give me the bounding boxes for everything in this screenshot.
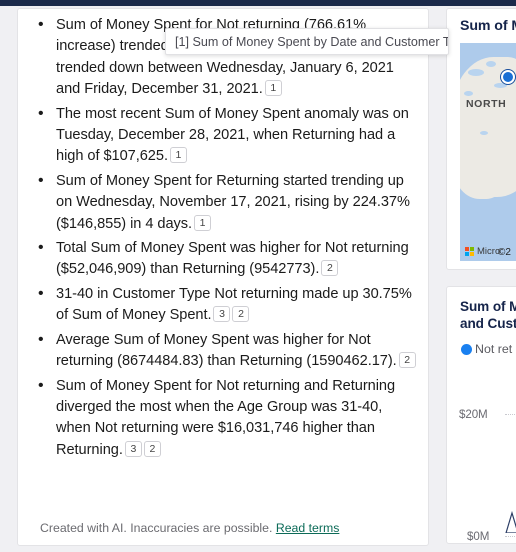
insight-bullet: Average Sum of Money Spent was higher fo… bbox=[28, 329, 418, 373]
ai-disclaimer-text: Created with AI. Inaccuracies are possib… bbox=[40, 521, 273, 535]
insight-bullet: Sum of Money Spent for Not returning and… bbox=[28, 375, 418, 462]
map-water-shape bbox=[486, 61, 496, 67]
insight-text: Total Sum of Money Spent was higher for … bbox=[56, 240, 409, 278]
map-water-shape bbox=[480, 131, 488, 135]
visual-reference-chip[interactable]: 1 bbox=[194, 214, 212, 231]
smart-narrative-body: Sum of Money Spent for Not returning (76… bbox=[18, 9, 428, 505]
visual-reference-tooltip: [1] Sum of Money Spent by Date and Custo… bbox=[165, 28, 449, 55]
map-water-shape bbox=[494, 83, 507, 88]
microsoft-logo-icon bbox=[465, 247, 474, 256]
bar-chart-legend[interactable]: Not ret bbox=[447, 332, 516, 356]
insight-bullet: Total Sum of Money Spent was higher for … bbox=[28, 237, 418, 281]
insight-bullet: The most recent Sum of Money Spent anoma… bbox=[28, 103, 418, 168]
visual-reference-chip[interactable]: 3 bbox=[124, 440, 142, 457]
map-data-point-marker[interactable] bbox=[501, 70, 515, 84]
visual-reference-chip[interactable]: 2 bbox=[398, 352, 416, 369]
map-canvas[interactable]: NORTH Micro ©2 bbox=[460, 43, 516, 261]
map-water-shape bbox=[468, 69, 484, 76]
y-axis-tick-label: $0M bbox=[467, 529, 490, 543]
bar-chart-title: Sum of M and Cust bbox=[447, 287, 516, 332]
bar-chart-plot-area[interactable]: $0M $20M bbox=[447, 383, 516, 543]
insight-list: Sum of Money Spent for Not returning (76… bbox=[28, 14, 418, 462]
y-axis-tick: $0M bbox=[447, 529, 516, 543]
read-terms-link[interactable]: Read terms bbox=[276, 521, 340, 535]
bar-chart-card[interactable]: Sum of M and Cust Not ret $0M $20M bbox=[446, 286, 516, 544]
ai-disclaimer: Created with AI. Inaccuracies are possib… bbox=[18, 521, 428, 545]
map-visual-title: Sum of M bbox=[460, 18, 516, 34]
visual-reference-chip[interactable]: 1 bbox=[264, 80, 282, 97]
y-axis-tick-label: $20M bbox=[459, 407, 488, 421]
legend-swatch-icon bbox=[461, 343, 472, 355]
tooltip-label: [1] Sum of Money Spent by Date and Custo… bbox=[175, 34, 449, 49]
map-water-shape bbox=[464, 91, 473, 96]
map-region-label: NORTH bbox=[466, 98, 507, 110]
insight-text: Average Sum of Money Spent was higher fo… bbox=[56, 331, 397, 370]
smart-narrative-card[interactable]: Sum of Money Spent for Not returning (76… bbox=[17, 8, 429, 546]
insight-text: The most recent Sum of Money Spent anoma… bbox=[56, 105, 409, 165]
y-axis-tick: $20M bbox=[447, 407, 516, 421]
microsoft-attribution-text: Micro bbox=[477, 246, 501, 257]
bar-chart-title-line2: and Cust bbox=[460, 316, 516, 331]
visual-reference-chip[interactable]: 3 bbox=[213, 306, 231, 323]
map-copyright-text: ©2 bbox=[498, 247, 511, 258]
visual-reference-chip[interactable]: 2 bbox=[143, 440, 161, 457]
y-axis-gridline bbox=[505, 414, 516, 416]
visual-reference-chip[interactable]: 1 bbox=[169, 147, 187, 164]
microsoft-attribution: Micro bbox=[465, 246, 500, 257]
insight-text: Sum of Money Spent for Returning started… bbox=[56, 172, 410, 232]
insight-text: Sum of Money Spent for Not returning and… bbox=[56, 377, 396, 458]
map-visual-card[interactable]: Sum of M NORTH Micro ©2 bbox=[446, 8, 516, 270]
legend-label: Not ret bbox=[475, 342, 513, 356]
insight-bullet: Sum of Money Spent for Returning started… bbox=[28, 170, 418, 235]
bar-chart-title-line1: Sum of M bbox=[460, 299, 516, 314]
insight-bullet: 31-40 in Customer Type Not returning mad… bbox=[28, 283, 418, 327]
visual-reference-chip[interactable]: 2 bbox=[232, 306, 250, 323]
y-axis-gridline bbox=[505, 536, 516, 537]
visual-reference-chip[interactable]: 2 bbox=[321, 260, 339, 277]
